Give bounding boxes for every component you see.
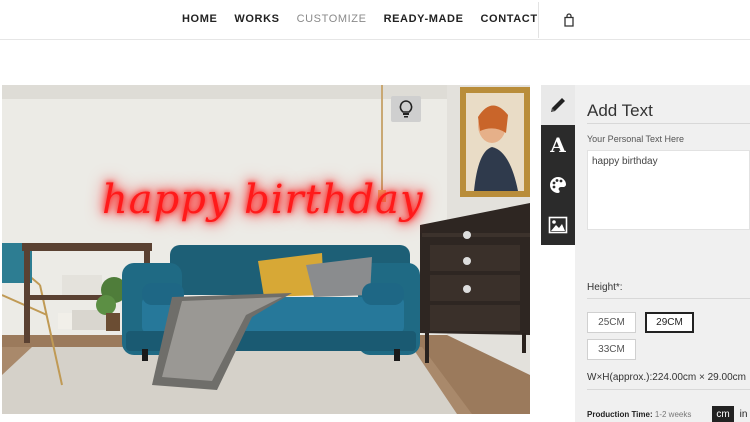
- dimensions-text: W×H(approx.):224.00cm × 29.00cm: [587, 372, 746, 383]
- divider: [587, 123, 750, 124]
- nav-divider: [538, 2, 539, 38]
- pencil-icon: [551, 98, 565, 112]
- image-icon: [548, 216, 568, 234]
- room-scene-image: [2, 85, 530, 414]
- tool-edit-text[interactable]: [541, 85, 575, 125]
- font-icon: A: [549, 135, 566, 155]
- unit-in-button[interactable]: in: [737, 406, 750, 422]
- lightbulb-toggle-button[interactable]: [391, 96, 421, 122]
- lightbulb-icon: [399, 100, 413, 118]
- nav-ready-made[interactable]: READY-MADE: [384, 13, 464, 25]
- divider: [587, 389, 750, 390]
- production-time-label: Production Time:: [587, 410, 653, 419]
- nav-home[interactable]: HOME: [182, 13, 217, 25]
- panel-title: Add Text: [587, 101, 653, 120]
- size-option-25cm[interactable]: 25CM: [587, 312, 636, 333]
- svg-text:A: A: [549, 135, 566, 155]
- size-option-33cm[interactable]: 33CM: [587, 339, 636, 360]
- tool-background[interactable]: [541, 205, 575, 245]
- personal-text-input[interactable]: happy birthday: [587, 150, 750, 230]
- divider: [587, 298, 750, 299]
- customize-panel: Add Text Your Personal Text Here happy b…: [575, 85, 750, 422]
- main-nav: HOME WORKS CUSTOMIZE READY-MADE CONTACT: [182, 13, 538, 25]
- text-field-label: Your Personal Text Here: [587, 134, 685, 144]
- size-option-29cm[interactable]: 29CM: [645, 312, 694, 333]
- production-time-value: 1-2 weeks: [654, 410, 692, 419]
- palette-icon: [550, 176, 567, 193]
- sign-preview: happy birthday: [2, 85, 530, 414]
- tool-font[interactable]: A: [541, 125, 575, 165]
- height-label: Height*:: [587, 282, 623, 293]
- production-time: Production Time: 1-2 weeks: [587, 410, 691, 419]
- unit-cm-button[interactable]: cm: [712, 406, 734, 422]
- nav-customize[interactable]: CUSTOMIZE: [297, 13, 367, 25]
- editor-toolbar: A: [541, 85, 575, 245]
- nav-contact[interactable]: CONTACT: [481, 13, 538, 25]
- shopping-bag-icon[interactable]: [562, 13, 576, 27]
- site-header: HOME WORKS CUSTOMIZE READY-MADE CONTACT: [0, 0, 750, 40]
- tool-color[interactable]: [541, 165, 575, 205]
- nav-works[interactable]: WORKS: [234, 13, 279, 25]
- neon-sign-text: happy birthday: [102, 177, 424, 223]
